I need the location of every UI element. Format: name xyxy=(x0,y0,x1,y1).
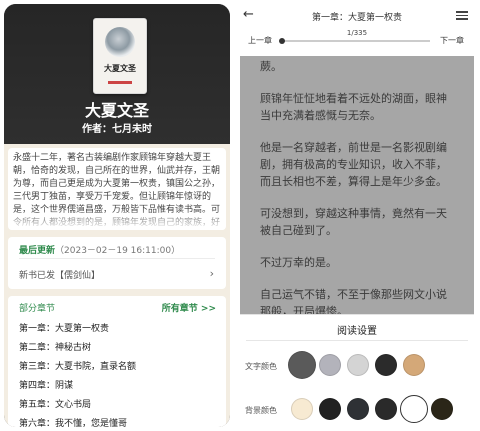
chapter-list-item[interactable]: 第四章：阴谋 xyxy=(19,377,209,396)
latest-update-card[interactable]: 最后更新（2023－02－19 16:11:00） 新书已发【儒剑仙】 › xyxy=(8,237,226,289)
chapter-counter: 1/335 xyxy=(346,29,368,37)
book-cover[interactable]: 大夏文圣 xyxy=(93,18,147,94)
book-title: 大夏文圣 xyxy=(84,101,149,120)
cover-publisher-mark xyxy=(108,81,132,84)
update-header: 最后更新（2023－02－19 16:11:00） xyxy=(19,243,180,256)
text-color-swatch[interactable] xyxy=(403,354,425,376)
all-chapters-link[interactable]: 所有章节 >> xyxy=(162,301,216,314)
reading-settings-sheet: 阅读设置 文字颜色 背景颜色 xyxy=(240,314,474,427)
next-chapter-button[interactable]: 下一章 xyxy=(440,35,464,46)
chapter-title: 第一章：大夏第一权贵 xyxy=(311,13,402,23)
divider xyxy=(19,258,215,259)
chapter-list-item[interactable]: 第一章：大夏第一权贵 xyxy=(19,320,209,339)
book-author: 作者：七月未时 xyxy=(82,124,152,135)
chapter-list-item[interactable]: 第六章：我不懂，您是懂哥 xyxy=(19,415,209,427)
reading-paragraph: 自己运气不错，不至于像那些网文小说那般，开局爆惨。 xyxy=(260,288,447,314)
reading-area[interactable]: 蕨。顾锦年怔怔地看着不远处的湖面，眼神当中充满着感慨与无奈。他是一名穿越者，前世… xyxy=(240,56,474,314)
reading-paragraph: 可没想到，穿越这种事情，竟然有一天被自己碰到了。 xyxy=(260,207,447,237)
reading-paragraph: 蕨。 xyxy=(260,60,282,73)
reader-panel: ← 第一章：大夏第一权贵 上一章 1/335 下一章 蕨。顾锦年怔怔地看着不远处… xyxy=(240,4,474,427)
chapter-list: 第一章：大夏第一权贵 第二章：神秘古树 第三章：大夏书院，直录名额 第四章：阴谋 第五章… xyxy=(19,320,209,427)
text-color-swatch[interactable] xyxy=(319,354,341,376)
settings-title: 阅读设置 xyxy=(337,326,377,337)
chapter-list-item[interactable]: 第五章：文心书局 xyxy=(19,396,209,415)
update-time: （2023－02－19 16:11:00） xyxy=(55,246,181,256)
chapter-list-card: 部分章节 所有章节 >> 第一章：大夏第一权贵 第二章：神秘古树 第三章：大夏书院，… xyxy=(8,296,226,427)
divider xyxy=(246,340,468,341)
chapter-progress-slider[interactable] xyxy=(279,38,430,44)
chapter-menu-icon[interactable] xyxy=(456,9,468,22)
reader-toolbar: ← 第一章：大夏第一权贵 上一章 1/335 下一章 xyxy=(240,4,474,56)
reading-paragraph: 顾锦年怔怔地看着不远处的湖面，眼神当中充满着感慨与无奈。 xyxy=(260,92,447,122)
bg-color-label: 背景颜色 xyxy=(245,406,277,415)
update-label: 最后更新 xyxy=(19,246,56,256)
chapter-list-item[interactable]: 第三章：大夏书院，直录名额 xyxy=(19,358,209,377)
text-color-swatch[interactable] xyxy=(288,351,316,379)
cover-title: 大夏文圣 xyxy=(104,63,136,73)
slider-handle[interactable] xyxy=(279,38,286,44)
text-color-swatch[interactable] xyxy=(347,354,369,376)
description-fade xyxy=(8,210,226,230)
book-header: 大夏文圣 大夏文圣 作者：七月未时 xyxy=(4,4,230,144)
reading-paragraph: 他是一名穿越者，前世是一名影视剧编剧，拥有极高的专业知识，收入不菲，而且长相也不… xyxy=(260,141,447,188)
chapter-list-header: 部分章节 xyxy=(19,304,56,314)
chapter-list-item[interactable]: 第二章：神秘古树 xyxy=(19,339,209,358)
text-color-swatch[interactable] xyxy=(375,354,397,376)
bg-color-swatch[interactable] xyxy=(400,395,428,423)
bg-color-swatch[interactable] xyxy=(291,398,313,420)
text-color-label: 文字颜色 xyxy=(245,362,277,371)
reading-paragraph: 不过万幸的是。 xyxy=(260,256,337,269)
book-detail-panel: 大夏文圣 大夏文圣 作者：七月未时 永盛十二年，著名古装编剧作家顾锦年穿越大夏王… xyxy=(4,4,230,427)
bg-color-swatch[interactable] xyxy=(347,398,369,420)
cover-illustration xyxy=(105,27,135,57)
bg-color-swatch[interactable] xyxy=(431,398,453,420)
latest-chapter-link[interactable]: 新书已发【儒剑仙】 xyxy=(19,268,100,281)
book-description[interactable]: 永盛十二年，著名古装编剧作家顾锦年穿越大夏王朝，恰奇的发现，自己所在的世界，仙武… xyxy=(8,148,226,230)
bg-color-swatch[interactable] xyxy=(319,398,341,420)
bg-color-swatch[interactable] xyxy=(375,398,397,420)
chevron-right-icon[interactable]: › xyxy=(210,267,214,280)
